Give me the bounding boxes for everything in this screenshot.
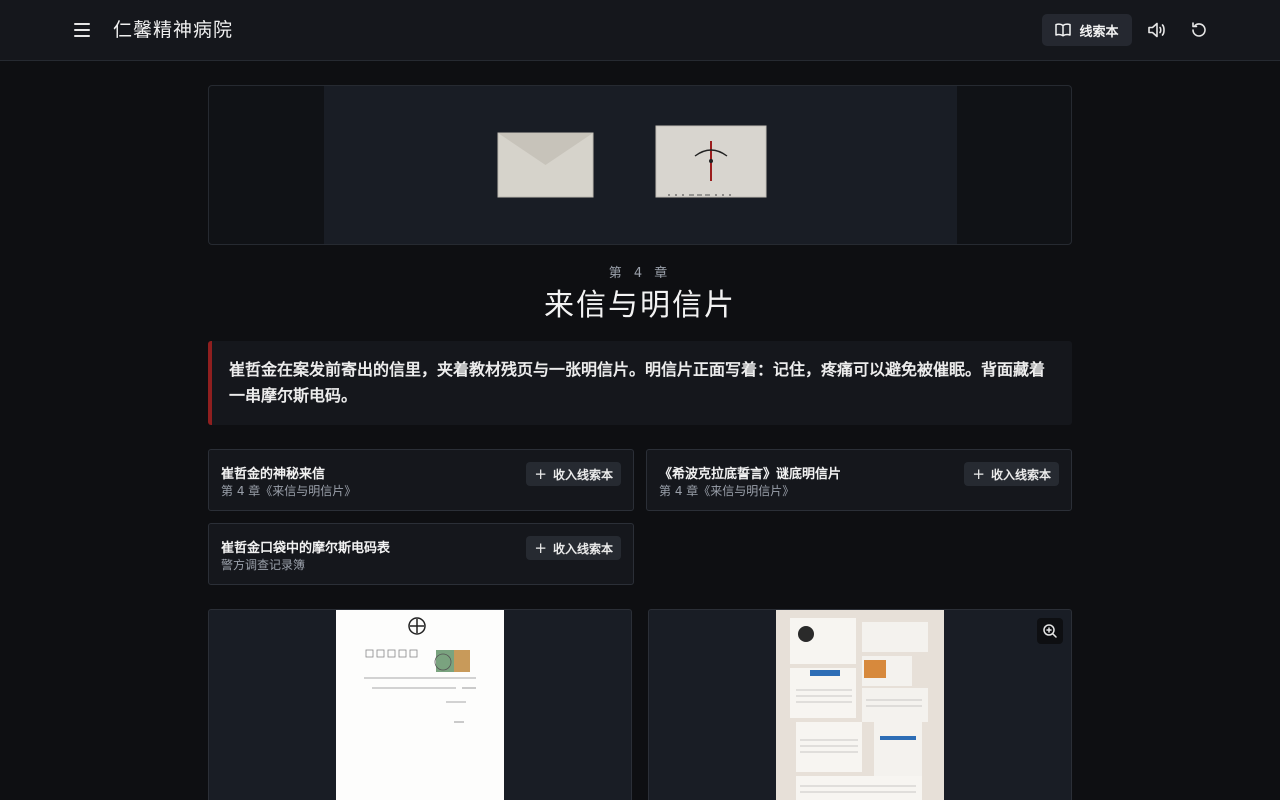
top-bar: 仁馨精神病院 线索本 <box>0 0 1280 61</box>
chapter-summary: 崔哲金在案发前寄出的信里，夹着教材残页与一张明信片。明信片正面写着：记住，疼痛可… <box>208 341 1072 425</box>
collect-clue-button[interactable]: + 收入线索本 <box>526 462 621 486</box>
collect-clue-button[interactable]: + 收入线索本 <box>964 462 1059 486</box>
plus-icon: + <box>972 465 985 483</box>
letter-document-panel[interactable] <box>208 609 632 800</box>
collect-clue-label: 收入线索本 <box>552 541 613 556</box>
chapter-hero-image <box>208 85 1072 245</box>
app-title: 仁馨精神病院 <box>113 19 234 41</box>
collect-clue-button[interactable]: + 收入线索本 <box>526 536 621 560</box>
clue-title: 崔哲金的神秘来信 <box>221 467 326 482</box>
clue-book-label: 线索本 <box>1079 24 1119 40</box>
clue-card: 《希波克拉底誓言》谜底明信片 第 4 章《来信与明信片》 + 收入线索本 <box>646 449 1072 511</box>
envelope-and-postcard-illustration <box>497 125 767 198</box>
hero-scene <box>324 86 957 244</box>
chapter-title: 来信与明信片 <box>544 288 736 323</box>
letter-image <box>336 610 504 800</box>
chapter-number: 第 4 章 <box>608 266 672 281</box>
zoom-in-icon <box>1043 624 1057 638</box>
menu-icon[interactable] <box>68 16 96 44</box>
plus-icon: + <box>534 465 547 483</box>
clue-title: 崔哲金口袋中的摩尔斯电码表 <box>221 541 391 556</box>
clue-card: 崔哲金的神秘来信 第 4 章《来信与明信片》 + 收入线索本 <box>208 449 634 511</box>
textbook-page-image <box>776 610 944 800</box>
plus-icon: + <box>534 539 547 557</box>
clue-source: 警方调查记录簿 <box>221 558 306 572</box>
collect-clue-label: 收入线索本 <box>552 467 613 482</box>
clue-card: 崔哲金口袋中的摩尔斯电码表 警方调查记录簿 + 收入线索本 <box>208 523 634 585</box>
clue-book-button[interactable]: 线索本 <box>1042 14 1132 46</box>
collect-clue-label: 收入线索本 <box>990 467 1051 482</box>
textbook-page-panel[interactable] <box>648 609 1072 800</box>
restart-icon[interactable] <box>1185 16 1213 44</box>
clue-title: 《希波克拉底誓言》谜底明信片 <box>659 467 842 482</box>
book-icon <box>1055 23 1072 37</box>
zoom-in-button[interactable] <box>1037 618 1063 644</box>
clue-source: 第 4 章《来信与明信片》 <box>221 484 357 498</box>
volume-icon[interactable] <box>1143 16 1171 44</box>
clue-source: 第 4 章《来信与明信片》 <box>659 484 795 498</box>
